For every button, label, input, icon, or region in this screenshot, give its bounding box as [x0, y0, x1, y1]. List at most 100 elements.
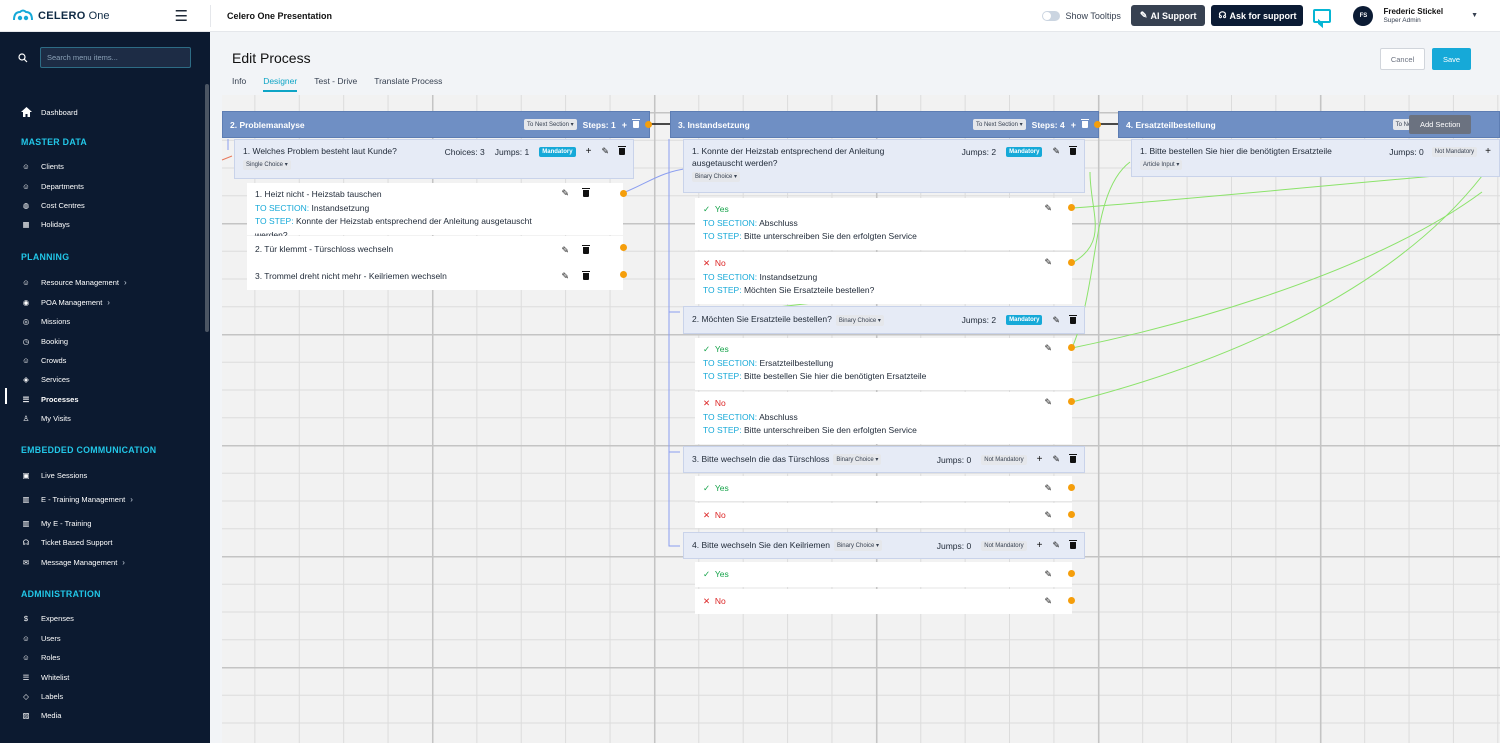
- answer-card[interactable]: ✓ Yes ✎: [695, 476, 1072, 501]
- trash-icon[interactable]: [632, 119, 640, 128]
- section-header[interactable]: 3. Instandsetzung To Next Section Steps:…: [670, 111, 1099, 138]
- connector-dot[interactable]: [1068, 398, 1075, 405]
- sidebar-item-media[interactable]: ▨ Media: [20, 709, 61, 721]
- question-card[interactable]: 4. Bitte wechseln Sie den Keilriemen Bin…: [683, 532, 1085, 559]
- question-type-select[interactable]: Single Choice: [243, 159, 291, 170]
- pencil-icon[interactable]: ✎: [561, 188, 569, 199]
- answer-card[interactable]: ✕ No TO SECTION: Abschluss TO STEP: Bitt…: [695, 392, 1072, 444]
- plus-icon[interactable]: +: [1071, 120, 1076, 130]
- cancel-button[interactable]: Cancel: [1380, 48, 1425, 70]
- sidebar-item-booking[interactable]: ◷ Booking: [20, 335, 68, 347]
- mandatory-badge[interactable]: Mandatory: [539, 146, 576, 157]
- sidebar-item-clients[interactable]: ☺ Clients: [20, 160, 64, 172]
- question-card[interactable]: 1. Konnte der Heizstab entsprechend der …: [683, 139, 1085, 193]
- trash-icon[interactable]: [1081, 119, 1089, 128]
- avatar[interactable]: FS: [1353, 5, 1374, 26]
- connector-dot[interactable]: [1068, 511, 1075, 518]
- answer-card[interactable]: ✕ No ✎: [695, 589, 1072, 614]
- pencil-icon[interactable]: ✎: [1044, 483, 1052, 494]
- sidebar-item-resource-management[interactable]: ☺ Resource Management ›: [20, 276, 126, 288]
- section-header[interactable]: 2. Problemanalyse To Next Section Steps:…: [222, 111, 650, 138]
- sidebar-item-expenses[interactable]: $ Expenses: [20, 612, 74, 624]
- section-mode-select[interactable]: To Next Section: [523, 119, 577, 130]
- trash-icon[interactable]: [582, 188, 590, 197]
- sidebar-item-my-visits[interactable]: ♙ My Visits: [20, 412, 71, 424]
- connector-dot[interactable]: [620, 271, 627, 278]
- brand[interactable]: CELERO One ☰: [0, 0, 210, 32]
- question-card[interactable]: 1. Welches Problem besteht laut Kunde? S…: [234, 139, 634, 179]
- connector-dot[interactable]: [1094, 121, 1101, 128]
- sidebar-scrollbar[interactable]: [205, 84, 209, 332]
- pencil-icon[interactable]: ✎: [1052, 540, 1060, 551]
- sidebar-item-message-management[interactable]: ✉ Message Management ›: [20, 556, 125, 568]
- question-card[interactable]: 3. Bitte wechseln die das Türschloss Bin…: [683, 446, 1085, 473]
- plus-icon[interactable]: +: [1037, 454, 1043, 465]
- sidebar-item-departments[interactable]: ☺ Departments: [20, 180, 84, 192]
- mandatory-badge[interactable]: Mandatory: [1006, 146, 1043, 157]
- question-type-select[interactable]: Binary Choice: [692, 171, 741, 182]
- trash-icon[interactable]: [618, 146, 626, 155]
- mandatory-badge[interactable]: Mandatory: [1006, 315, 1043, 325]
- trash-icon[interactable]: [582, 244, 590, 254]
- trash-icon[interactable]: [582, 271, 590, 280]
- sidebar-item-missions[interactable]: ◎ Missions: [20, 315, 70, 327]
- pencil-icon[interactable]: ✎: [1044, 510, 1052, 521]
- sidebar-item-cost-centres[interactable]: ◍ Cost Centres: [20, 199, 85, 211]
- trash-icon[interactable]: [1069, 146, 1077, 155]
- question-type-select[interactable]: Article Input: [1140, 159, 1183, 170]
- sidebar-item-whitelist[interactable]: ☰ Whitelist: [20, 671, 70, 683]
- answer-card[interactable]: ✕ No TO SECTION: Instandsetzung TO STEP:…: [695, 252, 1072, 304]
- sidebar-item-my-e-training[interactable]: ▥ My E - Training: [20, 517, 91, 529]
- connector-dot[interactable]: [620, 244, 627, 251]
- question-card[interactable]: 2. Möchten Sie Ersatzteile bestellen? Bi…: [683, 306, 1085, 334]
- answer-card[interactable]: ✕ No ✎: [695, 503, 1072, 528]
- sidebar-item-ticket-based-support[interactable]: ☊ Ticket Based Support: [20, 536, 113, 548]
- sidebar-item-users[interactable]: ☺ Users: [20, 632, 60, 644]
- pencil-icon[interactable]: ✎: [1044, 343, 1052, 354]
- add-section-button[interactable]: Add Section: [1409, 115, 1472, 134]
- section-mode-select[interactable]: To Next Section: [972, 119, 1026, 130]
- trash-icon[interactable]: [1069, 540, 1077, 549]
- sidebar-item-dashboard[interactable]: Dashboard: [20, 106, 78, 118]
- option-card[interactable]: 3. Trommel dreht nicht mehr - Keilriemen…: [247, 263, 623, 290]
- connector-dot[interactable]: [645, 121, 652, 128]
- option-card[interactable]: 2. Tür klemmt - Türschloss wechseln ✎: [247, 236, 623, 264]
- trash-icon[interactable]: [1069, 314, 1077, 324]
- connector-dot[interactable]: [1068, 344, 1075, 351]
- save-button[interactable]: Save: [1432, 48, 1471, 70]
- answer-card[interactable]: ✓ Yes ✎: [695, 562, 1072, 587]
- pencil-icon[interactable]: ✎: [1052, 146, 1060, 157]
- pencil-icon[interactable]: ✎: [1044, 596, 1052, 607]
- ai-support-button[interactable]: ✎ AI Support: [1130, 5, 1206, 26]
- mandatory-badge[interactable]: Not Mandatory: [981, 454, 1027, 465]
- question-type-select[interactable]: Binary Choice: [833, 540, 883, 551]
- pencil-icon[interactable]: ✎: [1052, 454, 1060, 465]
- connector-dot[interactable]: [1068, 259, 1075, 266]
- sidebar-item-holidays[interactable]: ▦ Holidays: [20, 218, 69, 230]
- chat-icon[interactable]: [1313, 8, 1332, 23]
- connector-dot[interactable]: [1068, 597, 1075, 604]
- sidebar-item-crowds[interactable]: ☺ Crowds: [20, 354, 66, 366]
- chevron-down-icon[interactable]: ▼: [1471, 12, 1478, 19]
- pencil-icon[interactable]: ✎: [1052, 315, 1060, 326]
- answer-card[interactable]: ✓ Yes TO SECTION: Abschluss TO STEP: Bit…: [695, 198, 1072, 250]
- mandatory-badge[interactable]: Not Mandatory: [981, 540, 1027, 551]
- tab-translate-process[interactable]: Translate Process: [374, 76, 442, 92]
- option-card[interactable]: 1. Heizt nicht - Heizstab tauschen TO SE…: [247, 183, 623, 240]
- sidebar-item-roles[interactable]: ☺ Roles: [20, 651, 60, 663]
- plus-icon[interactable]: +: [586, 146, 592, 157]
- user-block[interactable]: Frederic Stickel Super Admin: [1383, 7, 1443, 24]
- tab-info[interactable]: Info: [232, 76, 246, 92]
- sidebar-item-processes[interactable]: ☰ Processes: [20, 393, 79, 405]
- ask-support-button[interactable]: ☊ Ask for support: [1211, 5, 1304, 26]
- pencil-icon[interactable]: ✎: [1044, 203, 1052, 214]
- sidebar-item-services[interactable]: ◈ Services: [20, 373, 70, 385]
- show-tooltips-toggle[interactable]: [1041, 10, 1060, 21]
- search-input[interactable]: [40, 47, 191, 68]
- hamburger-menu-icon[interactable]: ☰: [175, 7, 188, 25]
- tab-test-drive[interactable]: Test - Drive: [314, 76, 357, 92]
- plus-icon[interactable]: +: [622, 120, 627, 130]
- tab-designer[interactable]: Designer: [263, 76, 298, 92]
- pencil-icon[interactable]: ✎: [561, 271, 569, 282]
- connector-dot[interactable]: [1068, 570, 1075, 577]
